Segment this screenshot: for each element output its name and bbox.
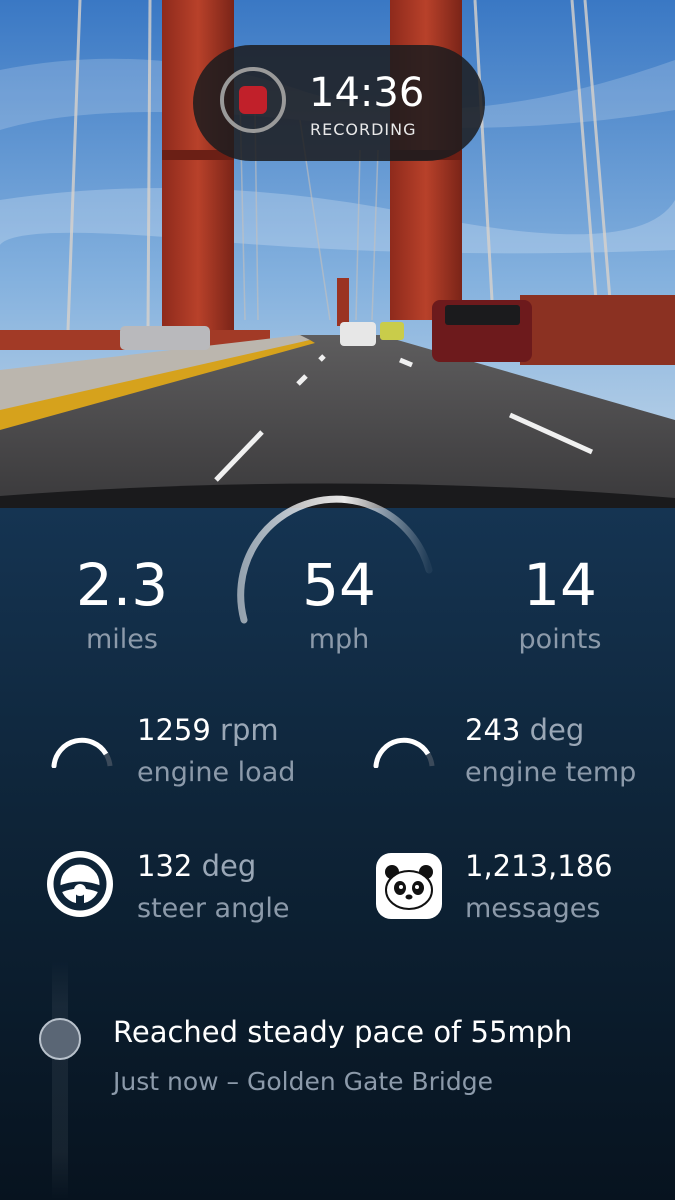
points-unit: points: [518, 624, 602, 655]
messages-metric: 1,213,186 messages: [465, 848, 613, 927]
steer-angle-metric: 132 deg steer angle: [137, 848, 289, 927]
engine-temp-label: engine temp: [465, 757, 637, 788]
engine-load-gauge-icon: [51, 737, 113, 768]
engine-temp-value: 243: [465, 713, 521, 747]
steer-angle-label: steer angle: [137, 893, 290, 924]
points-stat: 14 points: [460, 552, 660, 656]
distance-stat: 2.3 miles: [22, 552, 222, 656]
points-value: 14: [523, 551, 597, 619]
engine-load-unit: rpm: [220, 713, 279, 747]
panda-icon: [376, 853, 442, 919]
stop-recording-button[interactable]: [220, 67, 286, 133]
engine-temp-metric: 243 deg engine temp: [465, 712, 636, 791]
engine-load-metric: 1259 rpm engine load: [137, 712, 295, 791]
recording-indicator: 14:36 RECORDING: [193, 45, 485, 161]
steer-angle-value: 132: [137, 849, 193, 883]
steer-angle-unit: deg: [201, 849, 257, 883]
engine-load-value: 1259: [137, 713, 211, 747]
recording-label: RECORDING: [310, 120, 417, 139]
event-title: Reached steady pace of 55mph: [113, 1015, 573, 1049]
messages-label: messages: [465, 893, 601, 924]
messages-value: 1,213,186: [465, 849, 613, 883]
timeline-event-marker[interactable]: [39, 1018, 81, 1060]
timeline-track: [52, 960, 68, 1200]
speed-value: 54: [302, 551, 376, 619]
speed-stat: 54 mph: [239, 552, 439, 656]
distance-unit: miles: [86, 624, 158, 655]
trip-dashboard: 2.3 miles 54 mph 14 points 1259 rpm engi…: [0, 495, 675, 1200]
recording-time: 14:36: [309, 70, 425, 116]
engine-temp-gauge-icon: [373, 737, 435, 768]
engine-load-label: engine load: [137, 757, 296, 788]
distance-value: 2.3: [75, 551, 169, 619]
speed-unit: mph: [308, 624, 370, 655]
event-subtitle: Just now – Golden Gate Bridge: [113, 1067, 493, 1096]
steering-wheel-icon: [47, 851, 113, 917]
stop-icon: [239, 86, 267, 114]
engine-temp-unit: deg: [529, 713, 585, 747]
